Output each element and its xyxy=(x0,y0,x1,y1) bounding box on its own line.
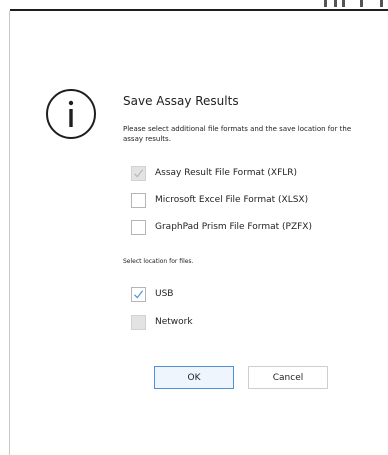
checkbox-box[interactable] xyxy=(131,219,146,235)
checkbox-box[interactable] xyxy=(131,314,146,330)
pzfx-format-checkbox[interactable]: GraphPad Prism File Format (PZFX) xyxy=(131,219,312,235)
xlsx-format-checkbox[interactable]: Microsoft Excel File Format (XLSX) xyxy=(131,192,308,208)
checkbox-label: Network xyxy=(155,317,193,327)
checkmark-icon xyxy=(134,289,144,299)
dialog-description: Please select additional file formats an… xyxy=(123,125,352,143)
checkbox-label: Assay Result File Format (XFLR) xyxy=(155,168,298,178)
checkbox-label: GraphPad Prism File Format (PZFX) xyxy=(155,222,312,232)
usb-location-checkbox[interactable]: USB xyxy=(131,286,173,302)
xflr-format-checkbox[interactable]: Assay Result File Format (XFLR) xyxy=(131,165,297,181)
checkmark-icon xyxy=(134,168,144,178)
network-location-checkbox[interactable]: Network xyxy=(131,314,193,330)
window-top-edge-artifact xyxy=(320,0,388,8)
info-icon xyxy=(46,89,96,139)
checkbox-label: Microsoft Excel File Format (XLSX) xyxy=(155,195,309,205)
checkbox-box[interactable] xyxy=(131,286,146,302)
cancel-button[interactable]: Cancel xyxy=(248,366,328,389)
dialog-title: Save Assay Results xyxy=(123,94,239,108)
ok-button[interactable]: OK xyxy=(154,366,234,389)
checkbox-box[interactable] xyxy=(131,192,146,208)
window-top-bar xyxy=(0,0,388,11)
location-section-label: Select location for files. xyxy=(123,258,194,265)
checkbox-box[interactable] xyxy=(131,165,146,181)
checkbox-label: USB xyxy=(155,289,174,299)
